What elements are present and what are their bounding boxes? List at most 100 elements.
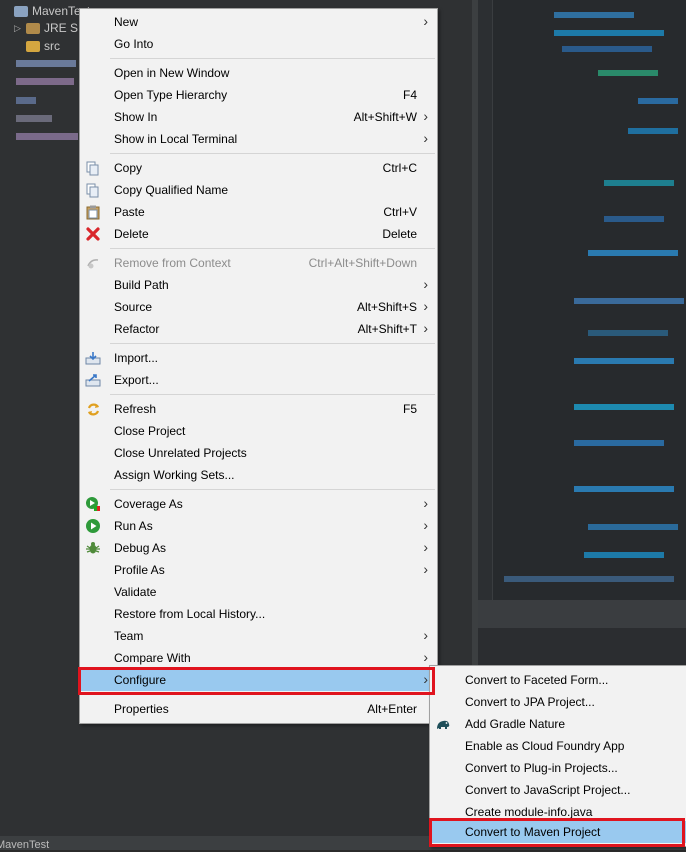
- blurred-code-line: [598, 70, 658, 76]
- menu-shortcut: Alt+Enter: [367, 702, 417, 716]
- debug-icon: [85, 540, 101, 556]
- blurred-code-line: [604, 180, 674, 186]
- menu-item-export[interactable]: Export...: [80, 369, 437, 391]
- blurred-tree-row: [16, 115, 52, 122]
- menu-item-label: Copy Qualified Name: [114, 183, 229, 197]
- menu-item-close-project[interactable]: Close Project: [80, 420, 437, 442]
- submenu-arrow-icon: ›: [423, 561, 428, 577]
- menu-item-profile-as[interactable]: Profile As ›: [80, 559, 437, 581]
- blurred-tree-row: [16, 78, 74, 85]
- menu-item-assign-working-sets[interactable]: Assign Working Sets...: [80, 464, 437, 486]
- menu-item-show-in-local-terminal[interactable]: Show in Local Terminal ›: [80, 128, 437, 150]
- submenu-item-convert-to-plugin-projects[interactable]: Convert to Plug-in Projects...: [430, 757, 686, 779]
- blurred-code-line: [574, 298, 684, 304]
- submenu-arrow-icon: ›: [423, 671, 428, 687]
- submenu-item-convert-to-javascript-project[interactable]: Convert to JavaScript Project...: [430, 779, 686, 801]
- submenu-arrow-icon: ›: [423, 320, 428, 336]
- tree-item-src[interactable]: src: [26, 37, 60, 55]
- blurred-code-line: [574, 440, 664, 446]
- menu-item-label: Convert to JPA Project...: [465, 695, 595, 709]
- menu-item-remove-from-context: Remove from Context Ctrl+Alt+Shift+Down: [80, 252, 437, 274]
- menu-shortcut: F4: [402, 88, 417, 102]
- menu-item-run-as[interactable]: Run As ›: [80, 515, 437, 537]
- menu-item-refactor[interactable]: Refactor Alt+Shift+T ›: [80, 318, 437, 340]
- code-editor[interactable]: [478, 0, 686, 600]
- submenu-arrow-icon: ›: [423, 627, 428, 643]
- menu-item-paste[interactable]: Paste Ctrl+V: [80, 201, 437, 223]
- menu-item-label: Team: [114, 629, 144, 643]
- menu-item-label: Go Into: [114, 37, 154, 51]
- delete-icon: [85, 226, 101, 242]
- menu-item-label: Import...: [114, 351, 159, 365]
- menu-item-source[interactable]: Source Alt+Shift+S ›: [80, 296, 437, 318]
- menu-item-delete[interactable]: Delete Delete: [80, 223, 437, 245]
- bottom-panel-tabs[interactable]: [478, 600, 686, 628]
- menu-item-properties[interactable]: Properties Alt+Enter: [80, 698, 437, 720]
- blurred-tree-row: [16, 97, 36, 104]
- line-number-ruler: [478, 0, 493, 600]
- submenu-item-create-module-info[interactable]: Create module-info.java: [430, 801, 686, 823]
- menu-item-label: Delete: [114, 227, 149, 241]
- menu-item-new[interactable]: New ›: [80, 11, 437, 33]
- menu-separator: [110, 343, 435, 344]
- menu-item-label: Open in New Window: [114, 66, 230, 80]
- menu-item-label: Enable as Cloud Foundry App: [465, 739, 625, 753]
- menu-item-label: Convert to JavaScript Project...: [465, 783, 631, 797]
- menu-item-label: Restore from Local History...: [114, 607, 266, 621]
- menu-item-copy-qualified-name[interactable]: Copy Qualified Name: [80, 179, 437, 201]
- menu-item-label: Build Path: [114, 278, 169, 292]
- menu-shortcut: Ctrl+C: [382, 161, 417, 175]
- menu-item-coverage-as[interactable]: Coverage As ›: [80, 493, 437, 515]
- menu-item-import[interactable]: Import...: [80, 347, 437, 369]
- menu-shortcut: F5: [402, 402, 417, 416]
- blurred-code-line: [604, 216, 664, 222]
- project-folder-icon: [14, 5, 28, 17]
- blurred-code-line: [628, 128, 678, 134]
- menu-item-validate[interactable]: Validate: [80, 581, 437, 603]
- blurred-code-line: [584, 552, 664, 558]
- menu-shortcut: Alt+Shift+W: [353, 110, 417, 124]
- menu-item-label: Convert to Faceted Form...: [465, 673, 609, 687]
- menu-separator: [110, 694, 435, 695]
- menu-item-open-type-hierarchy[interactable]: Open Type Hierarchy F4: [80, 84, 437, 106]
- menu-item-build-path[interactable]: Build Path ›: [80, 274, 437, 296]
- menu-item-close-unrelated-projects[interactable]: Close Unrelated Projects: [80, 442, 437, 464]
- menu-item-label: Paste: [114, 205, 145, 219]
- submenu-item-convert-to-maven-project[interactable]: Convert to Maven Project: [430, 821, 686, 843]
- submenu-arrow-icon: ›: [423, 298, 428, 314]
- menu-item-label: Close Unrelated Projects: [114, 446, 247, 460]
- submenu-item-convert-to-faceted-form[interactable]: Convert to Faceted Form...: [430, 669, 686, 691]
- run-icon: [85, 518, 101, 534]
- source-folder-icon: [26, 40, 40, 52]
- menu-item-restore-from-local-history[interactable]: Restore from Local History...: [80, 603, 437, 625]
- submenu-item-add-gradle-nature[interactable]: Add Gradle Nature: [430, 713, 686, 735]
- menu-item-configure[interactable]: Configure ›: [80, 669, 437, 691]
- menu-item-debug-as[interactable]: Debug As ›: [80, 537, 437, 559]
- expand-arrow-icon[interactable]: ▷: [14, 23, 26, 34]
- menu-item-refresh[interactable]: Refresh F5: [80, 398, 437, 420]
- menu-item-label: Create module-info.java: [465, 805, 593, 819]
- menu-item-show-in[interactable]: Show In Alt+Shift+W ›: [80, 106, 437, 128]
- blurred-code-line: [562, 46, 652, 52]
- menu-item-open-in-new-window[interactable]: Open in New Window: [80, 62, 437, 84]
- export-icon: [85, 372, 101, 388]
- blurred-code-line: [504, 576, 674, 582]
- menu-item-label: Copy: [114, 161, 143, 175]
- import-icon: [85, 350, 101, 366]
- submenu-arrow-icon: ›: [423, 649, 428, 665]
- menu-shortcut: Delete: [382, 227, 417, 241]
- menu-item-label: Debug As: [114, 541, 167, 555]
- submenu-arrow-icon: ›: [423, 13, 428, 29]
- menu-separator: [110, 153, 435, 154]
- submenu-item-convert-to-jpa-project[interactable]: Convert to JPA Project...: [430, 691, 686, 713]
- tree-item-jre[interactable]: ▷ JRE S: [14, 19, 78, 37]
- menu-item-compare-with[interactable]: Compare With ›: [80, 647, 437, 669]
- menu-separator: [110, 489, 435, 490]
- menu-item-copy[interactable]: Copy Ctrl+C: [80, 157, 437, 179]
- submenu-item-enable-cloud-foundry-app[interactable]: Enable as Cloud Foundry App: [430, 735, 686, 757]
- menu-item-label: Validate: [114, 585, 157, 599]
- copy-qualified-icon: [85, 182, 101, 198]
- menu-item-team[interactable]: Team ›: [80, 625, 437, 647]
- menu-separator: [110, 394, 435, 395]
- menu-item-go-into[interactable]: Go Into: [80, 33, 437, 55]
